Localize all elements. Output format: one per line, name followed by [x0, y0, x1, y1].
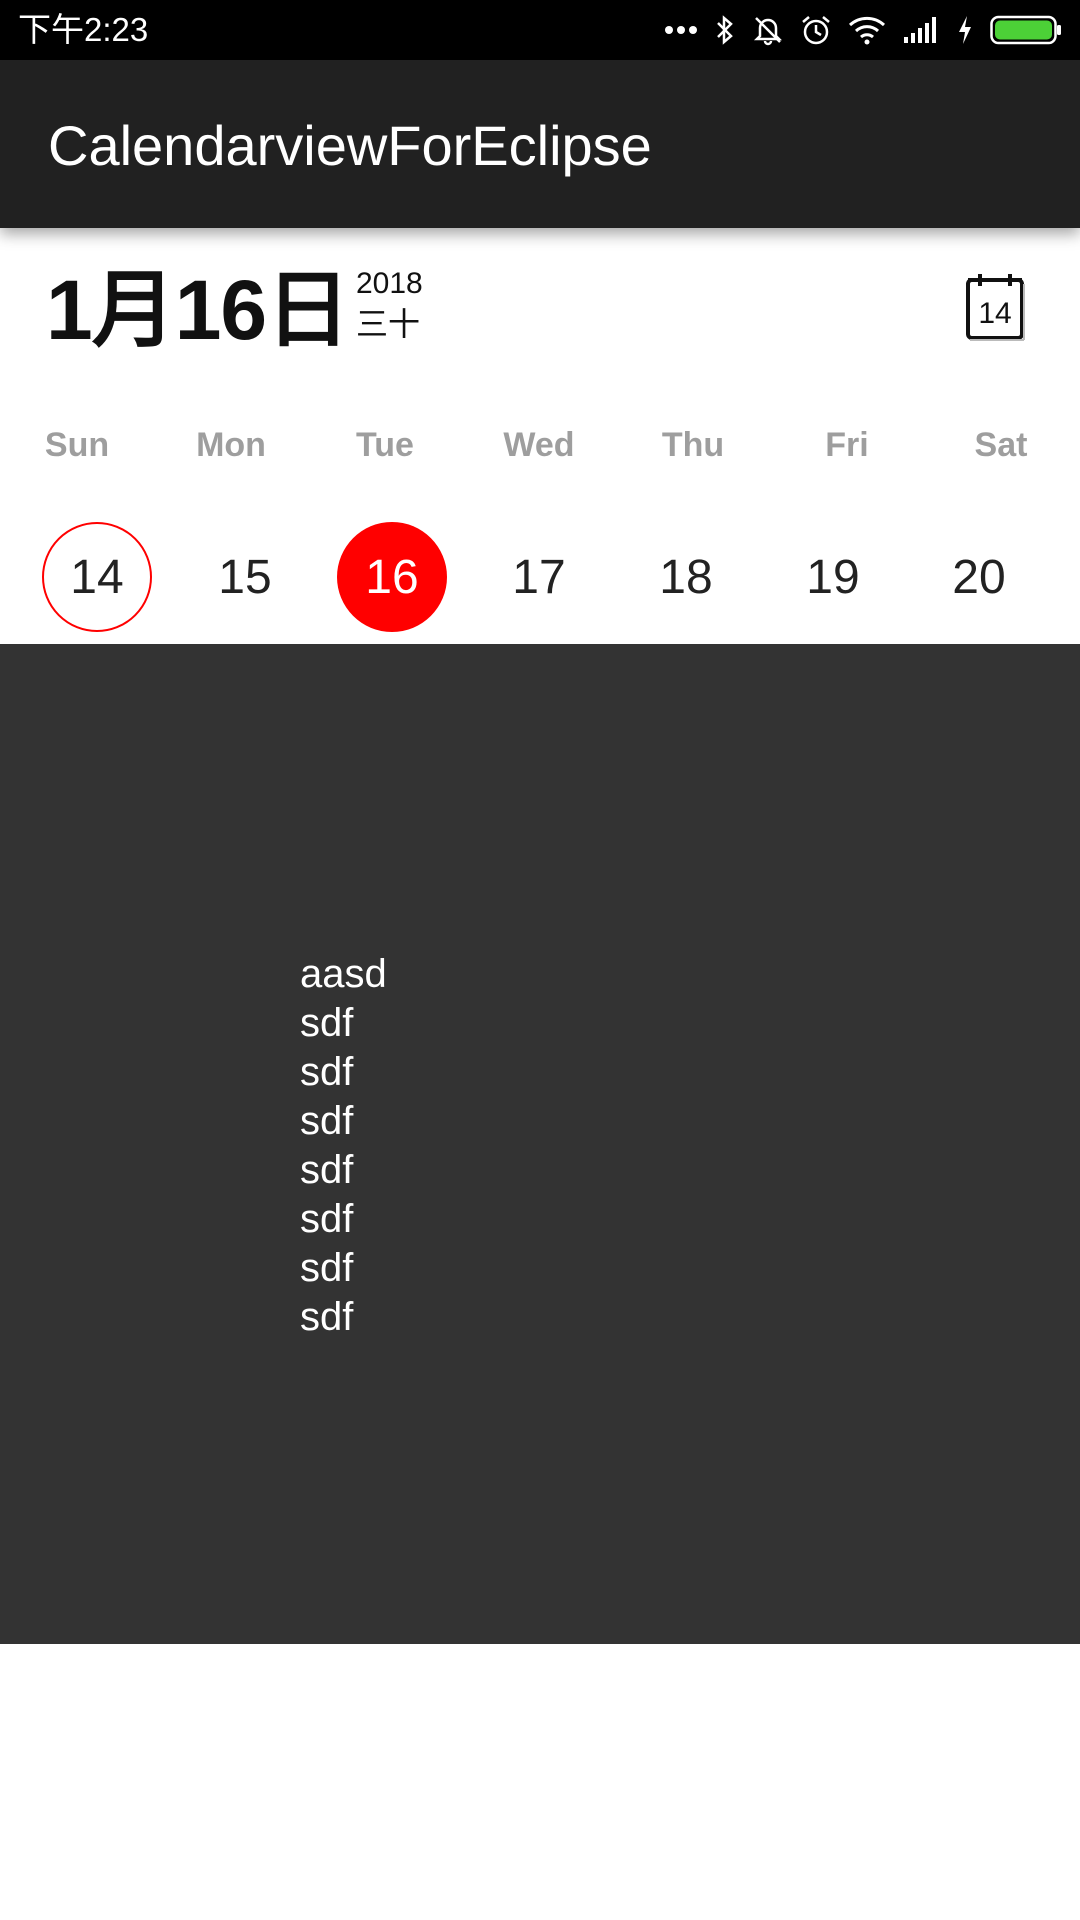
day-cell[interactable]: 15: [190, 522, 300, 632]
alarm-icon: [800, 10, 832, 50]
weekday-tue: Tue: [356, 426, 414, 464]
weekday-fri: Fri: [825, 426, 869, 464]
list-item: sdf: [300, 1099, 354, 1143]
list-item: aasd: [300, 952, 387, 996]
content-list: aasd sdf sdf sdf sdf sdf sdf sdf: [300, 950, 387, 1342]
wifi-icon: [848, 10, 886, 50]
day-cell[interactable]: 16: [337, 522, 447, 632]
app-title: CalendarviewForEclipse: [48, 114, 652, 177]
lunar-date: 三十: [356, 306, 421, 342]
day-cell[interactable]: 17: [484, 522, 594, 632]
mute-icon: [752, 10, 784, 50]
day-cell[interactable]: 18: [631, 522, 741, 632]
day-cell[interactable]: 14: [42, 522, 152, 632]
days-row: 14 15 16 17 18 19 20: [0, 518, 1080, 638]
weekday-thu: Thu: [661, 426, 725, 464]
list-item: sdf: [300, 1295, 354, 1339]
list-item: sdf: [300, 1148, 354, 1192]
selected-date: 1月16日: [46, 263, 350, 357]
weekday-row: Sun Mon Tue Wed Thu Fri Sat: [0, 420, 1080, 470]
more-dots-icon: [664, 10, 698, 50]
selected-year: 2018: [356, 267, 423, 300]
weekday-wed: Wed: [503, 426, 575, 464]
battery-icon: [990, 10, 1062, 50]
day-cell[interactable]: 20: [924, 522, 1034, 632]
signal-icon: [902, 10, 940, 50]
weekday-sat: Sat: [974, 426, 1028, 464]
weekday-sun: Sun: [44, 426, 110, 464]
today-button[interactable]: 14: [958, 270, 1032, 344]
status-bar: 下午2:23: [0, 0, 1080, 60]
charging-icon: [956, 10, 974, 50]
day-cell[interactable]: 19: [778, 522, 888, 632]
status-time: 下午2:23: [18, 11, 149, 48]
calendar-icon: 14: [966, 274, 1025, 341]
list-item: sdf: [300, 1001, 354, 1045]
date-header: 1月16日 2018 三十 14: [0, 228, 1080, 388]
content-area: aasd sdf sdf sdf sdf sdf sdf sdf: [0, 644, 1080, 1644]
list-item: sdf: [300, 1246, 354, 1290]
app-bar: CalendarviewForEclipse: [0, 60, 1080, 228]
weekday-mon: Mon: [196, 426, 266, 464]
bluetooth-icon: [714, 10, 736, 50]
calendar-icon-number: 14: [978, 297, 1011, 330]
list-item: sdf: [300, 1050, 354, 1094]
list-item: sdf: [300, 1197, 354, 1241]
status-icons: [664, 10, 1062, 50]
